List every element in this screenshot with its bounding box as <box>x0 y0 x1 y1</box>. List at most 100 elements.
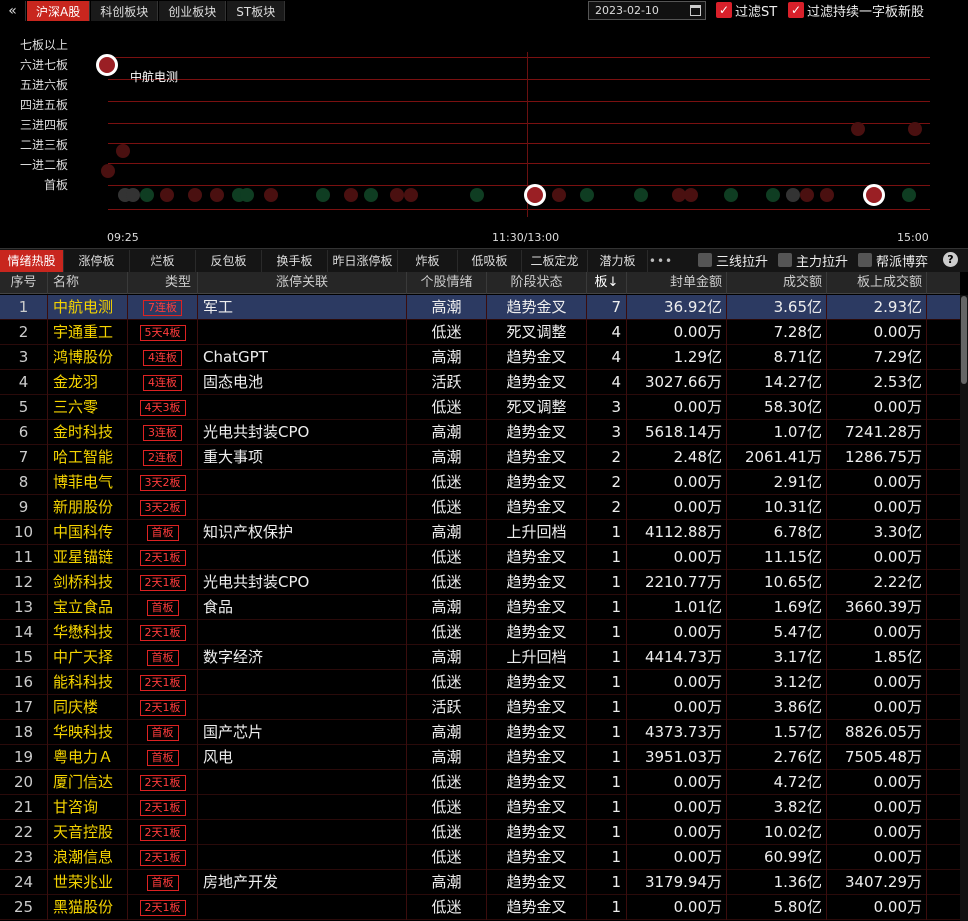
tab-low-buy[interactable]: 低吸板 <box>458 249 522 272</box>
stock-dot[interactable] <box>552 188 566 202</box>
stock-dot[interactable] <box>188 188 202 202</box>
col-related[interactable]: 涨停关联 <box>198 272 407 294</box>
table-row[interactable]: 23 浪潮信息 2天1板 低迷 趋势金叉 1 0.00万 60.99亿 0.00万 <box>0 845 960 870</box>
stock-dot[interactable] <box>800 188 814 202</box>
stock-dot[interactable] <box>364 188 378 202</box>
filter-gang-checkbox[interactable] <box>858 253 872 267</box>
stock-dot[interactable] <box>140 188 154 202</box>
tab-star-market[interactable]: 科创板块 <box>91 1 159 21</box>
highlight-stock-dot[interactable] <box>524 184 546 206</box>
stock-dot[interactable] <box>316 188 330 202</box>
scrollbar-thumb[interactable] <box>961 296 967 384</box>
table-row[interactable]: 17 同庆楼 2天1板 活跃 趋势金叉 1 0.00万 3.86亿 0.00万 <box>0 695 960 720</box>
table-row[interactable]: 15 中广天择 首板 数字经济 高潮 上升回档 1 4414.73万 3.17亿 1.85亿 <box>0 645 960 670</box>
filter-st-checkbox[interactable]: ✓ <box>716 2 732 18</box>
col-type[interactable]: 类型 <box>128 272 198 294</box>
tab-rotten-board[interactable]: 烂板 <box>130 249 196 272</box>
stock-dot[interactable] <box>766 188 780 202</box>
table-row[interactable]: 18 华映科技 首板 国产芯片 高潮 趋势金叉 1 4373.73万 1.57亿 8826.05万 <box>0 720 960 745</box>
stock-dot[interactable] <box>470 188 484 202</box>
table-row[interactable]: 3 鸿博股份 4连板 ChatGPT 高潮 趋势金叉 4 1.29亿 8.71亿 7.29亿 <box>0 345 960 370</box>
col-stage[interactable]: 阶段状态 <box>487 272 587 294</box>
stock-dot[interactable] <box>851 122 865 136</box>
tab-second-board[interactable]: 二板定龙 <box>522 249 588 272</box>
stock-dot[interactable] <box>210 188 224 202</box>
col-mood[interactable]: 个股情绪 <box>407 272 487 294</box>
table-row[interactable]: 21 甘咨询 2天1板 低迷 趋势金叉 1 0.00万 3.82亿 0.00万 <box>0 795 960 820</box>
table-row[interactable]: 2 宇通重工 5天4板 低迷 死叉调整 4 0.00万 7.28亿 0.00万 <box>0 320 960 345</box>
double-chevron-left-icon[interactable]: « <box>0 1 26 21</box>
row-index: 4 <box>0 370 48 395</box>
table-row[interactable]: 24 世荣兆业 首板 房地产开发 高潮 趋势金叉 1 3179.94万 1.36亿 3407.29… <box>0 870 960 895</box>
table-row[interactable]: 22 天音控股 2天1板 低迷 趋势金叉 1 0.00万 10.02亿 0.00万 <box>0 820 960 845</box>
stock-dot[interactable] <box>404 188 418 202</box>
col-name[interactable]: 名称 <box>48 272 128 294</box>
stock-dot[interactable] <box>908 122 922 136</box>
table-row[interactable]: 11 亚星锚链 2天1板 低迷 趋势金叉 1 0.00万 11.15亿 0.00万 <box>0 545 960 570</box>
date-picker[interactable]: 2023-02-10 <box>588 1 706 20</box>
stock-dot[interactable] <box>634 188 648 202</box>
limit-up-reason: 风电 <box>198 745 407 770</box>
table-row[interactable]: 25 黑猫股份 2天1板 低迷 趋势金叉 1 0.00万 5.80亿 0.00万 <box>0 895 960 920</box>
tab-limit-up[interactable]: 涨停板 <box>64 249 130 272</box>
filter-three-line-checkbox[interactable] <box>698 253 712 267</box>
table-row[interactable]: 20 厦门信达 2天1板 低迷 趋势金叉 1 0.00万 4.72亿 0.00万 <box>0 770 960 795</box>
table-row[interactable]: 16 能科科技 2天1板 低迷 趋势金叉 1 0.00万 3.12亿 0.00万 <box>0 670 960 695</box>
table-row[interactable]: 10 中国科传 首板 知识产权保护 高潮 上升回档 1 4112.88万 6.78亿 3.30亿 <box>0 520 960 545</box>
stock-dot[interactable] <box>786 188 800 202</box>
tab-hs-a[interactable]: 沪深A股 <box>27 1 91 21</box>
tab-turnover[interactable]: 换手板 <box>262 249 328 272</box>
table-row[interactable]: 19 粤电力Ａ 首板 风电 高潮 趋势金叉 1 3951.03万 2.76亿 7505.48万 <box>0 745 960 770</box>
table-row[interactable]: 1 中航电测 7连板 军工 高潮 趋势金叉 7 36.92亿 3.65亿 2.93亿 <box>0 295 960 320</box>
tab-reversal[interactable]: 反包板 <box>196 249 262 272</box>
stock-dot[interactable] <box>820 188 834 202</box>
tab-hot-stocks[interactable]: 情绪热股 <box>0 249 64 272</box>
col-turnover[interactable]: 成交额 <box>727 272 827 294</box>
table-row[interactable]: 5 三六零 4天3板 低迷 死叉调整 3 0.00万 58.30亿 0.00万 <box>0 395 960 420</box>
col-seal-amount[interactable]: 封单金额 <box>627 272 727 294</box>
table-row[interactable]: 6 金时科技 3连板 光电共封装CPO 高潮 趋势金叉 3 5618.14万 1.07亿 7241… <box>0 420 960 445</box>
table-row[interactable]: 4 金龙羽 4连板 固态电池 活跃 趋势金叉 4 3027.66万 14.27亿 2.53亿 <box>0 370 960 395</box>
limit-up-reason <box>198 895 407 920</box>
tab-yesterday-limit[interactable]: 昨日涨停板 <box>328 249 398 272</box>
table-row[interactable]: 13 宝立食品 首板 食品 高潮 趋势金叉 1 1.01亿 1.69亿 3660.39万 <box>0 595 960 620</box>
highlight-stock-dot[interactable] <box>863 184 885 206</box>
stock-dot[interactable] <box>344 188 358 202</box>
tab-potential[interactable]: 潜力板 <box>588 249 648 272</box>
stock-dot[interactable] <box>724 188 738 202</box>
stock-dot[interactable] <box>684 188 698 202</box>
limit-up-reason: 房地产开发 <box>198 870 407 895</box>
filter-main-force-checkbox[interactable] <box>778 253 792 267</box>
stock-dot[interactable] <box>126 188 140 202</box>
type-cell: 7连板 <box>128 295 198 320</box>
stock-dot[interactable] <box>580 188 594 202</box>
table-row[interactable]: 7 哈工智能 2连板 重大事项 高潮 趋势金叉 2 2.48亿 2061.41万 1286.75万 <box>0 445 960 470</box>
stock-dot[interactable] <box>101 164 115 178</box>
scrollbar-track[interactable] <box>960 295 968 921</box>
table-row[interactable]: 12 剑桥科技 2天1板 光电共封装CPO 低迷 趋势金叉 1 2210.77万 10.65亿 2… <box>0 570 960 595</box>
stock-dot[interactable] <box>264 188 278 202</box>
table-row[interactable]: 8 博菲电气 3天2板 低迷 趋势金叉 2 0.00万 2.91亿 0.00万 <box>0 470 960 495</box>
table-row[interactable]: 9 新朋股份 3天2板 低迷 趋势金叉 2 0.00万 10.31亿 0.00万 <box>0 495 960 520</box>
tab-st[interactable]: ST板块 <box>227 1 286 21</box>
stock-dot[interactable] <box>902 188 916 202</box>
calendar-icon[interactable] <box>690 5 701 16</box>
help-icon[interactable]: ? <box>943 252 958 267</box>
tab-chinext[interactable]: 创业板块 <box>159 1 227 21</box>
board-count: 1 <box>587 670 627 695</box>
turnover: 8.71亿 <box>727 345 827 370</box>
stock-dot[interactable] <box>240 188 254 202</box>
col-index[interactable]: 序号 <box>0 272 48 294</box>
tab-broken-board[interactable]: 炸板 <box>398 249 458 272</box>
col-boards[interactable]: 板↓ <box>587 272 627 294</box>
more-tabs-button[interactable]: ••• <box>648 254 674 268</box>
stock-dot[interactable] <box>390 188 404 202</box>
seal-amount: 0.00万 <box>627 670 727 695</box>
filter-new-checkbox[interactable]: ✓ <box>788 2 804 18</box>
table-row[interactable]: 14 华懋科技 2天1板 低迷 趋势金叉 1 0.00万 5.47亿 0.00万 <box>0 620 960 645</box>
highlight-stock-dot[interactable] <box>96 54 118 76</box>
board-type-badge: 2连板 <box>143 449 182 466</box>
stock-dot[interactable] <box>160 188 174 202</box>
col-board-turnover[interactable]: 板上成交额 <box>827 272 927 294</box>
stock-dot[interactable] <box>116 144 130 158</box>
